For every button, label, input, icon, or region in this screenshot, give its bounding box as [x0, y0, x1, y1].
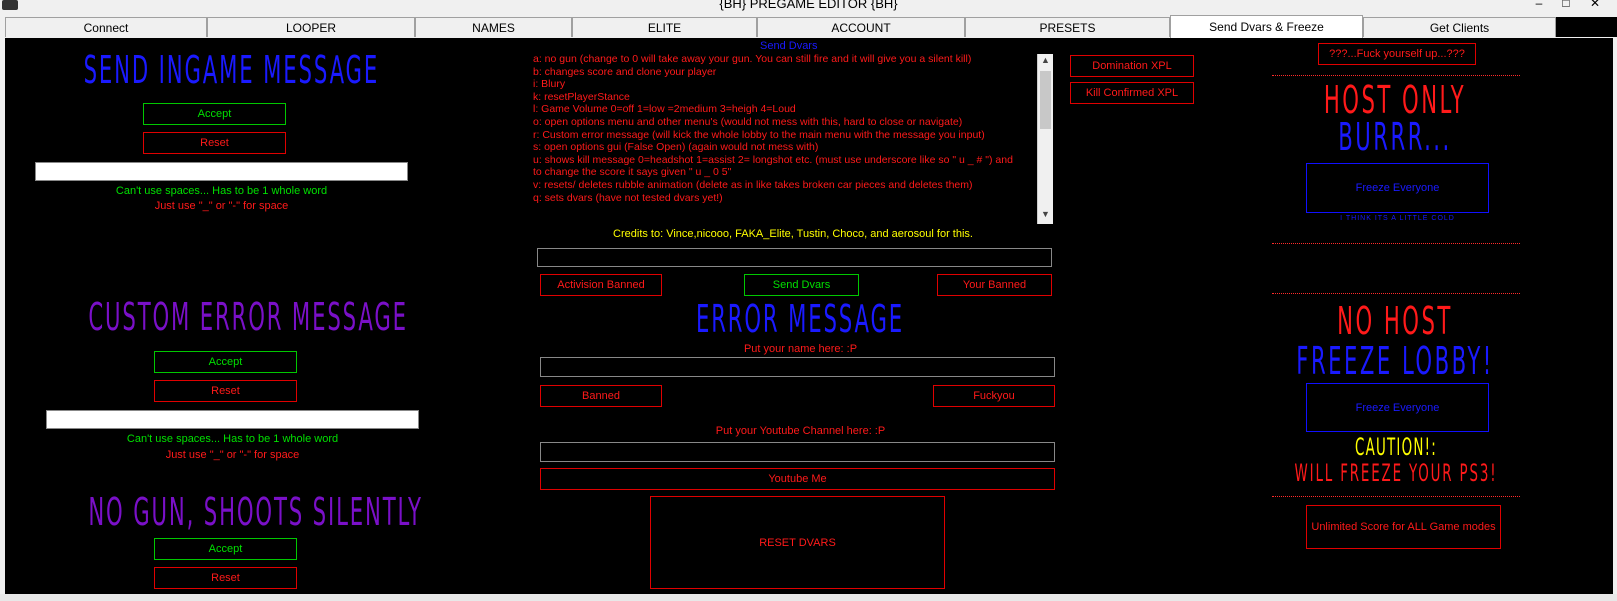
send-ingame-message-title: SEND INGAME MESSAGE: [83, 48, 380, 92]
error-message-title: ERROR MESSAGE: [695, 297, 905, 341]
error-reset-button[interactable]: Reset: [154, 380, 297, 402]
unlimited-score-button[interactable]: Unlimited Score for ALL Game modes: [1306, 505, 1501, 549]
no-gun-title: NO GUN, SHOOTS SILENTLY: [88, 490, 423, 534]
dvar-info-textbox[interactable]: a: no gun (change to 0 will take away yo…: [533, 53, 1037, 225]
dvar-line: q: sets dvars (have not tested dvars yet…: [533, 191, 723, 204]
fuck-yourself-up-button[interactable]: ???...Fuck yourself up...???: [1318, 43, 1476, 65]
dvar-line: a: no gun (change to 0 will take away yo…: [533, 53, 972, 65]
close-button[interactable]: ✕: [1586, 0, 1604, 10]
kill-confirmed-xpl-button[interactable]: Kill Confirmed XPL: [1070, 82, 1194, 104]
dvar-line: to change the score it says given " u _ …: [533, 166, 732, 179]
activision-banned-button[interactable]: Activision Banned: [540, 274, 662, 296]
send-dvars-header: Send Dvars: [760, 40, 818, 52]
reset-dvars-button[interactable]: RESET DVARS: [650, 496, 945, 589]
caution-label: CAUTION!:: [1354, 433, 1438, 461]
tab-presets[interactable]: PRESETS: [965, 17, 1170, 37]
error-accept-button[interactable]: Accept: [154, 351, 297, 373]
youtube-label: Put your Youtube Channel here: :P: [715, 425, 886, 437]
ingame-accept-button[interactable]: Accept: [143, 103, 286, 125]
dvar-line: s: open options gui (False Open) (again …: [533, 141, 819, 154]
divider: [1272, 75, 1520, 76]
dvar-line: o: open options menu and other menu's (w…: [533, 115, 963, 128]
dvar-input[interactable]: [537, 248, 1052, 267]
divider: [1272, 293, 1520, 294]
tab-looper[interactable]: LOOPER: [207, 17, 415, 37]
domination-xpl-button[interactable]: Domination XPL: [1070, 55, 1194, 77]
divider: [1272, 496, 1520, 497]
tab-bar: Connect LOOPER NAMES ELITE ACCOUNT PRESE…: [0, 15, 1617, 38]
dvar-scrollbar[interactable]: ▲ ▼: [1037, 54, 1053, 224]
youtube-me-button[interactable]: Youtube Me: [540, 468, 1055, 490]
credits-text: Credits to: Vince,nicooo, FAKA_Elite, Tu…: [613, 228, 973, 240]
dvar-line: i: Blury: [533, 78, 566, 91]
scroll-thumb[interactable]: [1040, 71, 1051, 129]
tab-connect[interactable]: Connect: [5, 17, 207, 37]
tab-names[interactable]: NAMES: [415, 17, 572, 37]
divider: [1272, 243, 1520, 244]
youtube-input[interactable]: [540, 442, 1055, 462]
tab-get-clients[interactable]: Get Clients: [1363, 17, 1556, 37]
ingame-hint-spaces: Can't use spaces... Has to be 1 whole wo…: [115, 185, 328, 197]
ingame-reset-button[interactable]: Reset: [143, 132, 286, 154]
send-dvars-button[interactable]: Send Dvars: [744, 274, 859, 296]
dvar-line: r: Custom error message (will kick the w…: [533, 128, 985, 141]
your-banned-button[interactable]: Your Banned: [937, 274, 1052, 296]
window-title: {BH} PREGAME EDITOR {BH}: [719, 0, 898, 11]
burrr-title: BURRR...: [1338, 115, 1452, 159]
dvar-line: b: changes score and clone your player: [533, 65, 717, 78]
freeze-lobby-title: FREEZE LOBBY!: [1296, 339, 1494, 383]
error-hint-underscore: Just use "_" or "-" for space: [165, 449, 300, 461]
little-cold-note: I THINK ITS A LITTLE COLD: [1340, 215, 1455, 222]
error-hint-spaces: Can't use spaces... Has to be 1 whole wo…: [126, 433, 339, 445]
dvar-line: v: resets/ deletes rubble animation (del…: [533, 178, 973, 191]
ingame-hint-underscore: Just use "_" or "-" for space: [154, 200, 289, 212]
minimize-button[interactable]: –: [1530, 0, 1548, 10]
title-bar: {BH} PREGAME EDITOR {BH} – □ ✕: [0, 0, 1617, 14]
nogun-accept-button[interactable]: Accept: [154, 538, 297, 560]
maximize-button[interactable]: □: [1557, 0, 1575, 10]
name-label: Put your name here: :P: [743, 343, 858, 355]
scroll-down-icon[interactable]: ▼: [1041, 209, 1050, 219]
will-freeze-warning: WILL FREEZE YOUR PS3!: [1294, 459, 1498, 487]
scroll-up-icon[interactable]: ▲: [1041, 55, 1050, 65]
tab-elite[interactable]: ELITE: [572, 17, 757, 37]
no-host-title: NO HOST: [1337, 299, 1453, 343]
ingame-message-input[interactable]: [35, 162, 408, 181]
tab-account[interactable]: ACCOUNT: [757, 17, 965, 37]
tab-send-dvars-freeze[interactable]: Send Dvars & Freeze: [1170, 15, 1363, 38]
dvar-line: k: resetPlayerStance: [533, 90, 630, 103]
name-input[interactable]: [540, 357, 1055, 377]
fuckyou-button[interactable]: Fuckyou: [933, 385, 1055, 407]
custom-error-message-title: CUSTOM ERROR MESSAGE: [88, 295, 408, 339]
banned-button[interactable]: Banned: [540, 385, 662, 407]
error-message-input[interactable]: [46, 410, 419, 429]
dvar-lines: a: no gun (change to 0 will take away yo…: [533, 53, 1023, 204]
nogun-reset-button[interactable]: Reset: [154, 567, 297, 589]
freeze-everyone-host-button[interactable]: Freeze Everyone: [1306, 163, 1489, 213]
dvar-line: l: Game Volume 0=off 1=low =2medium 3=he…: [533, 103, 796, 116]
window-bottom-edge: [0, 594, 1617, 601]
tab-bar-filler: [1556, 17, 1617, 37]
dvar-line: u: shows kill message 0=headshot 1=assis…: [533, 153, 1013, 166]
freeze-everyone-nohost-button[interactable]: Freeze Everyone: [1306, 383, 1489, 432]
